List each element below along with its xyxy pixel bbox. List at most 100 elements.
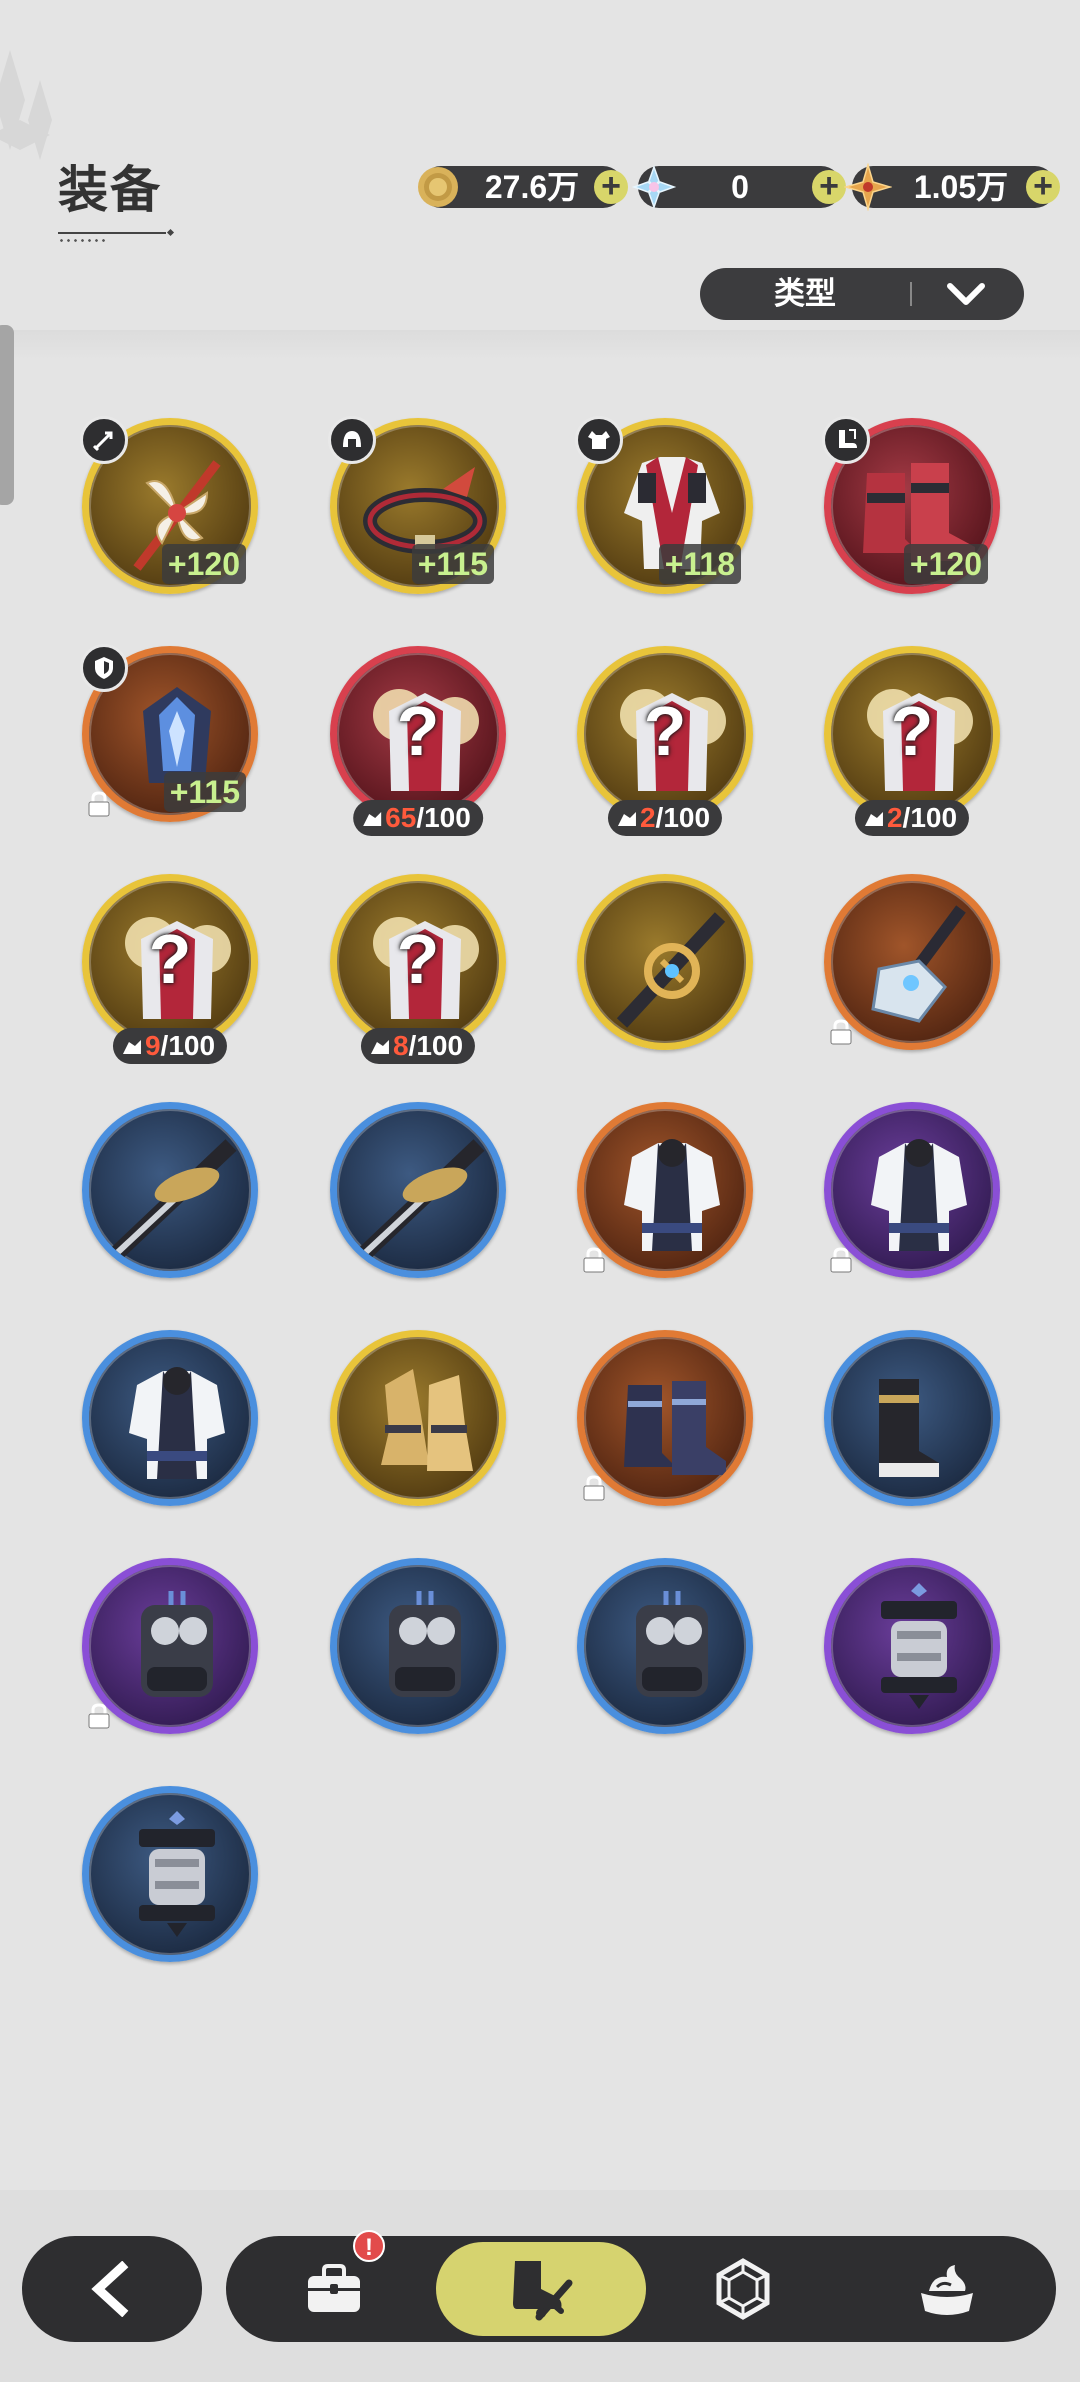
rarity-ring [824,1558,1000,1734]
category-badge [80,644,128,692]
equipment-item[interactable]: ? 2/100 [577,646,753,836]
nav-tab-equipment[interactable] [466,2236,616,2342]
level-badge: +120 [903,544,988,584]
lantern-icon [881,1583,957,1709]
fragment-count: 2 [886,802,903,833]
nav-tab-bag[interactable]: ! [259,2230,409,2342]
equipment-item[interactable]: +118 [575,416,753,594]
equipment-item[interactable] [577,874,753,1050]
katana-icon [111,1139,237,1259]
lock-icon [583,1247,605,1273]
unknown-mark: ? [643,692,687,770]
ornate-sword-icon [616,912,726,1028]
equipment-item[interactable] [824,1558,1000,1734]
fragment-progress: 2/100 [854,800,970,836]
level-badge: +115 [411,544,494,584]
nav-tab-material[interactable] [872,2236,1022,2342]
unknown-mark: ? [396,692,440,770]
level-badge: +118 [658,544,741,584]
robe-icon [871,1139,967,1251]
fragment-icon [864,812,883,826]
black-boots-icon [879,1379,939,1477]
rarity-ring: ? [577,646,753,822]
equipment-item[interactable]: +115 [328,416,506,594]
category-badge [80,416,128,464]
gem-icon [716,2258,770,2320]
level-badge: +115 [163,772,246,812]
rarity-ring [82,1330,258,1506]
unknown-mark: ? [890,692,934,770]
rarity-ring [82,1786,258,1962]
equipment-grid: +120 +115 +118 +120 +115? 65/100? 2/100? 2/100?… [0,0,1080,2000]
equipment-item[interactable] [330,1558,506,1734]
bottom-nav-bar: ! [226,2230,1056,2342]
weapon-category-icon [92,431,113,452]
level-badge: +120 [161,544,246,584]
equipment-item[interactable]: ? 2/100 [824,646,1000,836]
equipment-item[interactable] [82,1330,258,1506]
lock-icon [583,1475,605,1501]
fragment-count: 2 [639,802,656,833]
rarity-ring [577,874,753,1050]
equipment-item[interactable] [82,1786,258,1962]
back-arrow-icon [91,2261,129,2317]
unknown-mark: ? [148,920,192,998]
crystal-blade-icon [871,905,966,1023]
lock-icon [830,1019,852,1045]
bag-alert-badge: ! [353,2230,385,2262]
robe-icon [129,1367,225,1479]
equipment-item[interactable] [577,1102,753,1278]
category-badge [822,416,870,464]
equipment-item[interactable] [824,1330,1000,1506]
lock-icon [88,791,110,817]
equipment-item[interactable] [824,874,1000,1050]
robe-icon [624,1139,720,1251]
equipment-item[interactable]: ? 8/100 [330,874,506,1064]
equipment-item[interactable] [577,1558,753,1734]
equipment-item[interactable]: +120 [80,416,258,594]
lock-icon [88,1703,110,1729]
fragment-progress: 8/100 [360,1028,476,1064]
back-button[interactable] [22,2236,202,2342]
mecha-gauntlet-icon [389,1591,461,1697]
rarity-ring [330,1558,506,1734]
body-category-icon [588,431,610,449]
fragment-total: /100 [902,802,958,833]
gold-boots-icon [381,1369,473,1471]
fragment-progress: 2/100 [607,800,723,836]
head-category-icon [343,431,361,447]
fragment-total: /100 [416,802,471,833]
rarity-ring [330,1102,506,1278]
accessory-category-icon [95,657,113,679]
equipment-item[interactable] [330,1102,506,1278]
rarity-ring [577,1558,753,1734]
material-icon [921,2265,973,2315]
equipment-item[interactable] [824,1102,1000,1278]
equipment-item[interactable] [82,1102,258,1278]
equipment-item[interactable]: ? 65/100 [330,646,506,836]
category-badge [575,416,623,464]
nav-tab-gem[interactable] [668,2236,818,2342]
category-badge [328,416,376,464]
equipment-item[interactable]: ? 9/100 [82,874,258,1064]
fragment-total: /100 [408,1030,464,1061]
rarity-ring: ? [824,646,1000,822]
fragment-icon [363,812,382,826]
rarity-ring [824,1330,1000,1506]
fragment-count: 9 [144,1030,161,1061]
fragment-total: /100 [655,802,711,833]
fragment-progress: 65/100 [353,800,483,836]
fragment-icon [617,812,636,826]
equipment-item[interactable]: +115 [80,644,258,822]
fragment-count: 8 [392,1030,409,1061]
equipment-item[interactable] [330,1330,506,1506]
fragment-icon [370,1040,389,1054]
fragment-count: 65 [385,802,417,833]
mecha-gauntlet-icon [636,1591,708,1697]
equipment-item[interactable] [577,1330,753,1506]
lock-icon [830,1247,852,1273]
lantern-icon [139,1811,215,1937]
fragment-icon [122,1040,141,1054]
equipment-item[interactable] [82,1558,258,1734]
equipment-item[interactable]: +120 [822,416,1000,594]
